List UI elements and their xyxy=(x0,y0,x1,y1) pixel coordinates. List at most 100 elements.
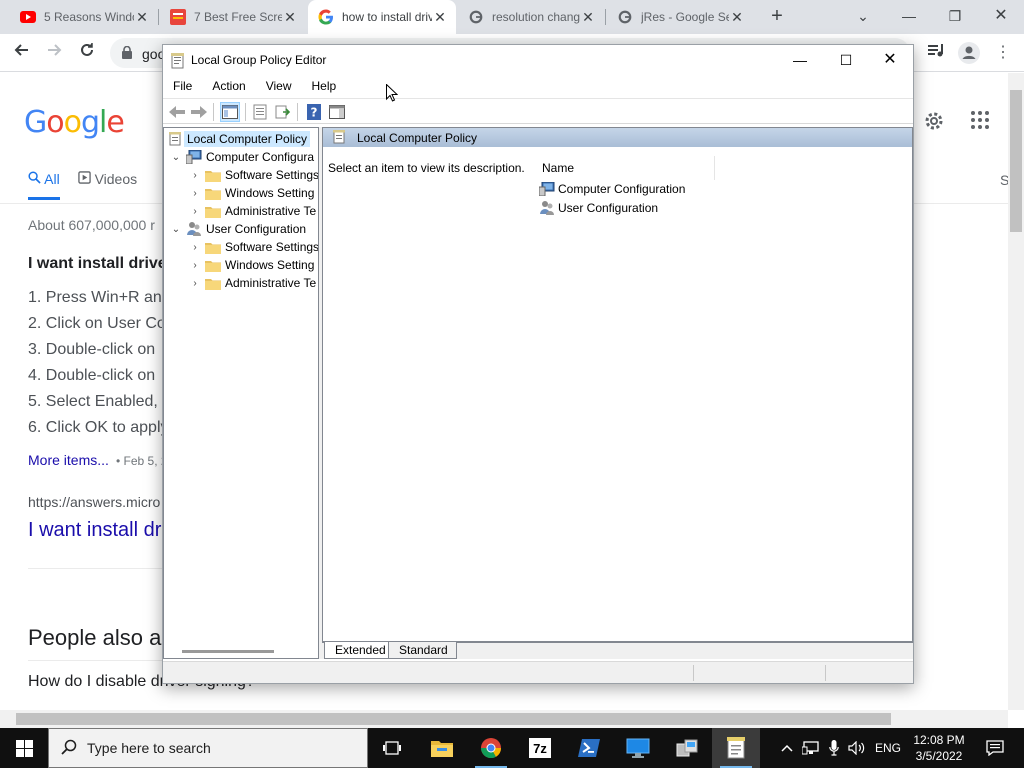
bookmark-site-icon xyxy=(170,9,186,25)
close-tab-icon[interactable]: ✕ xyxy=(729,9,745,26)
forward-arrow-icon[interactable] xyxy=(189,102,209,122)
truncated-text: S xyxy=(1000,172,1008,188)
status-divider xyxy=(693,665,694,681)
expand-chevron-icon[interactable]: › xyxy=(189,206,201,217)
desktop-screen: 5 Reasons Windows ✕ 7 Best Free Screen ✕… xyxy=(0,0,1024,768)
close-button[interactable]: ✕ xyxy=(867,45,913,75)
close-tab-icon[interactable]: ✕ xyxy=(134,9,150,26)
maximize-button[interactable]: ☐ xyxy=(823,45,869,75)
export-list-icon[interactable] xyxy=(273,102,293,122)
tab-extended[interactable]: Extended xyxy=(324,642,395,659)
microphone-icon[interactable] xyxy=(824,728,844,768)
list-item-computer-configuration[interactable]: Computer Configuration xyxy=(539,180,685,198)
input-language-indicator[interactable]: ENG xyxy=(872,728,904,768)
tree-node-user-configuration[interactable]: ⌄ User Configuration xyxy=(170,220,306,238)
tab-search-chevron-icon[interactable]: ⌄ xyxy=(840,4,886,30)
tree-node-windows-settings[interactable]: › Windows Setting xyxy=(189,184,314,202)
google-apps-icon[interactable] xyxy=(970,110,990,133)
task-view-button[interactable] xyxy=(368,728,416,768)
browser-tab-3-active[interactable]: how to install driver ✕ xyxy=(308,0,456,34)
close-tab-icon[interactable]: ✕ xyxy=(432,9,448,26)
window-title: Local Group Policy Editor xyxy=(191,53,327,67)
tree-node-user-software-settings[interactable]: › Software Settings xyxy=(189,238,319,256)
network-tool-button[interactable] xyxy=(663,728,711,768)
expand-chevron-icon[interactable]: › xyxy=(189,278,201,289)
browser-menu-icon[interactable]: ⋮ xyxy=(992,42,1014,64)
console-tree-pane: Local Computer Policy ⌄ Computer Configu… xyxy=(163,127,319,659)
page-vertical-scroll-thumb[interactable] xyxy=(1010,90,1022,232)
system-clock[interactable]: 12:08 PM 3/5/2022 xyxy=(906,732,972,764)
column-header-name[interactable]: Name xyxy=(535,156,715,180)
notifications-icon[interactable] xyxy=(980,728,1010,768)
powershell-button[interactable] xyxy=(565,728,613,768)
page-horizontal-scroll-thumb[interactable] xyxy=(16,713,891,725)
show-hide-console-tree-icon[interactable] xyxy=(220,102,240,122)
google-icon xyxy=(617,9,633,25)
taskbar-search-box[interactable]: Type here to search xyxy=(48,728,368,768)
show-hidden-icons-chevron-icon[interactable] xyxy=(778,728,796,768)
collapse-chevron-icon[interactable]: ⌄ xyxy=(170,224,182,235)
tab-videos[interactable]: Videos xyxy=(77,171,137,200)
expand-chevron-icon[interactable]: › xyxy=(189,260,201,271)
list-item-user-configuration[interactable]: User Configuration xyxy=(539,199,658,217)
browser-close-button[interactable]: ✕ xyxy=(978,4,1024,30)
browser-restore-button[interactable]: ❐ xyxy=(932,4,978,30)
show-action-pane-icon[interactable] xyxy=(327,102,347,122)
toolbar-separator xyxy=(245,103,246,121)
reload-icon[interactable] xyxy=(76,42,98,64)
more-items-link[interactable]: More items... xyxy=(28,452,109,468)
tab-all[interactable]: All xyxy=(28,171,60,200)
back-arrow-icon[interactable] xyxy=(10,42,32,64)
volume-icon[interactable] xyxy=(846,728,870,768)
tree-node-local-computer-policy[interactable]: Local Computer Policy xyxy=(167,130,311,148)
chrome-button[interactable] xyxy=(467,728,515,768)
expand-chevron-icon[interactable]: › xyxy=(189,242,201,253)
close-tab-icon[interactable]: ✕ xyxy=(580,9,596,26)
menu-action[interactable]: Action xyxy=(206,75,251,97)
menu-help[interactable]: Help xyxy=(306,75,343,97)
browser-tab-2[interactable]: 7 Best Free Screen ✕ xyxy=(160,0,306,34)
tree-node-label: Software Settings xyxy=(225,240,319,254)
browser-tab-4[interactable]: resolution change ✕ xyxy=(458,0,604,34)
network-icon[interactable] xyxy=(800,728,822,768)
result-cite-url[interactable]: https://answers.micro xyxy=(28,494,160,510)
toolbar-separator xyxy=(213,103,214,121)
settings-gear-icon[interactable] xyxy=(923,110,945,135)
tree-node-software-settings[interactable]: › Software Settings xyxy=(189,166,318,184)
menu-file[interactable]: File xyxy=(167,75,198,97)
remote-desktop-button[interactable] xyxy=(614,728,662,768)
search-icon xyxy=(61,739,77,758)
collapse-chevron-icon[interactable]: ⌄ xyxy=(170,152,182,163)
tree-node-user-windows-settings[interactable]: › Windows Setting xyxy=(189,256,314,274)
forward-arrow-icon[interactable] xyxy=(44,42,66,64)
tab-standard[interactable]: Standard xyxy=(388,642,457,659)
menu-view[interactable]: View xyxy=(260,75,298,97)
browser-tab-1[interactable]: 5 Reasons Windows ✕ xyxy=(10,0,158,34)
properties-icon[interactable] xyxy=(250,102,270,122)
tree-horizontal-scroll-thumb[interactable] xyxy=(182,650,274,653)
tree-node-user-administrative-templates[interactable]: › Administrative Te xyxy=(189,274,316,292)
expand-chevron-icon[interactable]: › xyxy=(189,188,201,199)
tree-node-computer-configuration[interactable]: ⌄ Computer Configura xyxy=(170,148,314,166)
minimize-button[interactable]: — xyxy=(777,45,823,75)
result-title-link[interactable]: I want install dr xyxy=(28,519,161,542)
profile-avatar-icon[interactable] xyxy=(958,42,980,64)
window-title-bar[interactable]: Local Group Policy Editor — ☐ ✕ xyxy=(163,45,913,75)
details-header-title: Local Computer Policy xyxy=(357,131,478,145)
tree-node-administrative-templates[interactable]: › Administrative Te xyxy=(189,202,316,220)
close-tab-icon[interactable]: ✕ xyxy=(282,9,298,26)
new-tab-button[interactable]: + xyxy=(767,6,787,27)
google-logo[interactable]: Google xyxy=(24,105,125,140)
clock-time: 12:08 PM xyxy=(913,733,965,747)
help-icon[interactable]: ? xyxy=(304,102,324,122)
lock-icon[interactable] xyxy=(122,45,132,62)
browser-minimize-button[interactable]: — xyxy=(886,4,932,30)
back-arrow-icon[interactable] xyxy=(167,102,187,122)
file-explorer-button[interactable] xyxy=(418,728,466,768)
expand-chevron-icon[interactable]: › xyxy=(189,170,201,181)
start-button[interactable] xyxy=(0,728,48,768)
7zip-button[interactable]: 7z xyxy=(516,728,564,768)
browser-tab-5[interactable]: jRes - Google Search ✕ xyxy=(607,0,753,34)
group-policy-editor-taskbar-button[interactable] xyxy=(712,728,760,768)
media-control-icon[interactable] xyxy=(926,42,948,64)
